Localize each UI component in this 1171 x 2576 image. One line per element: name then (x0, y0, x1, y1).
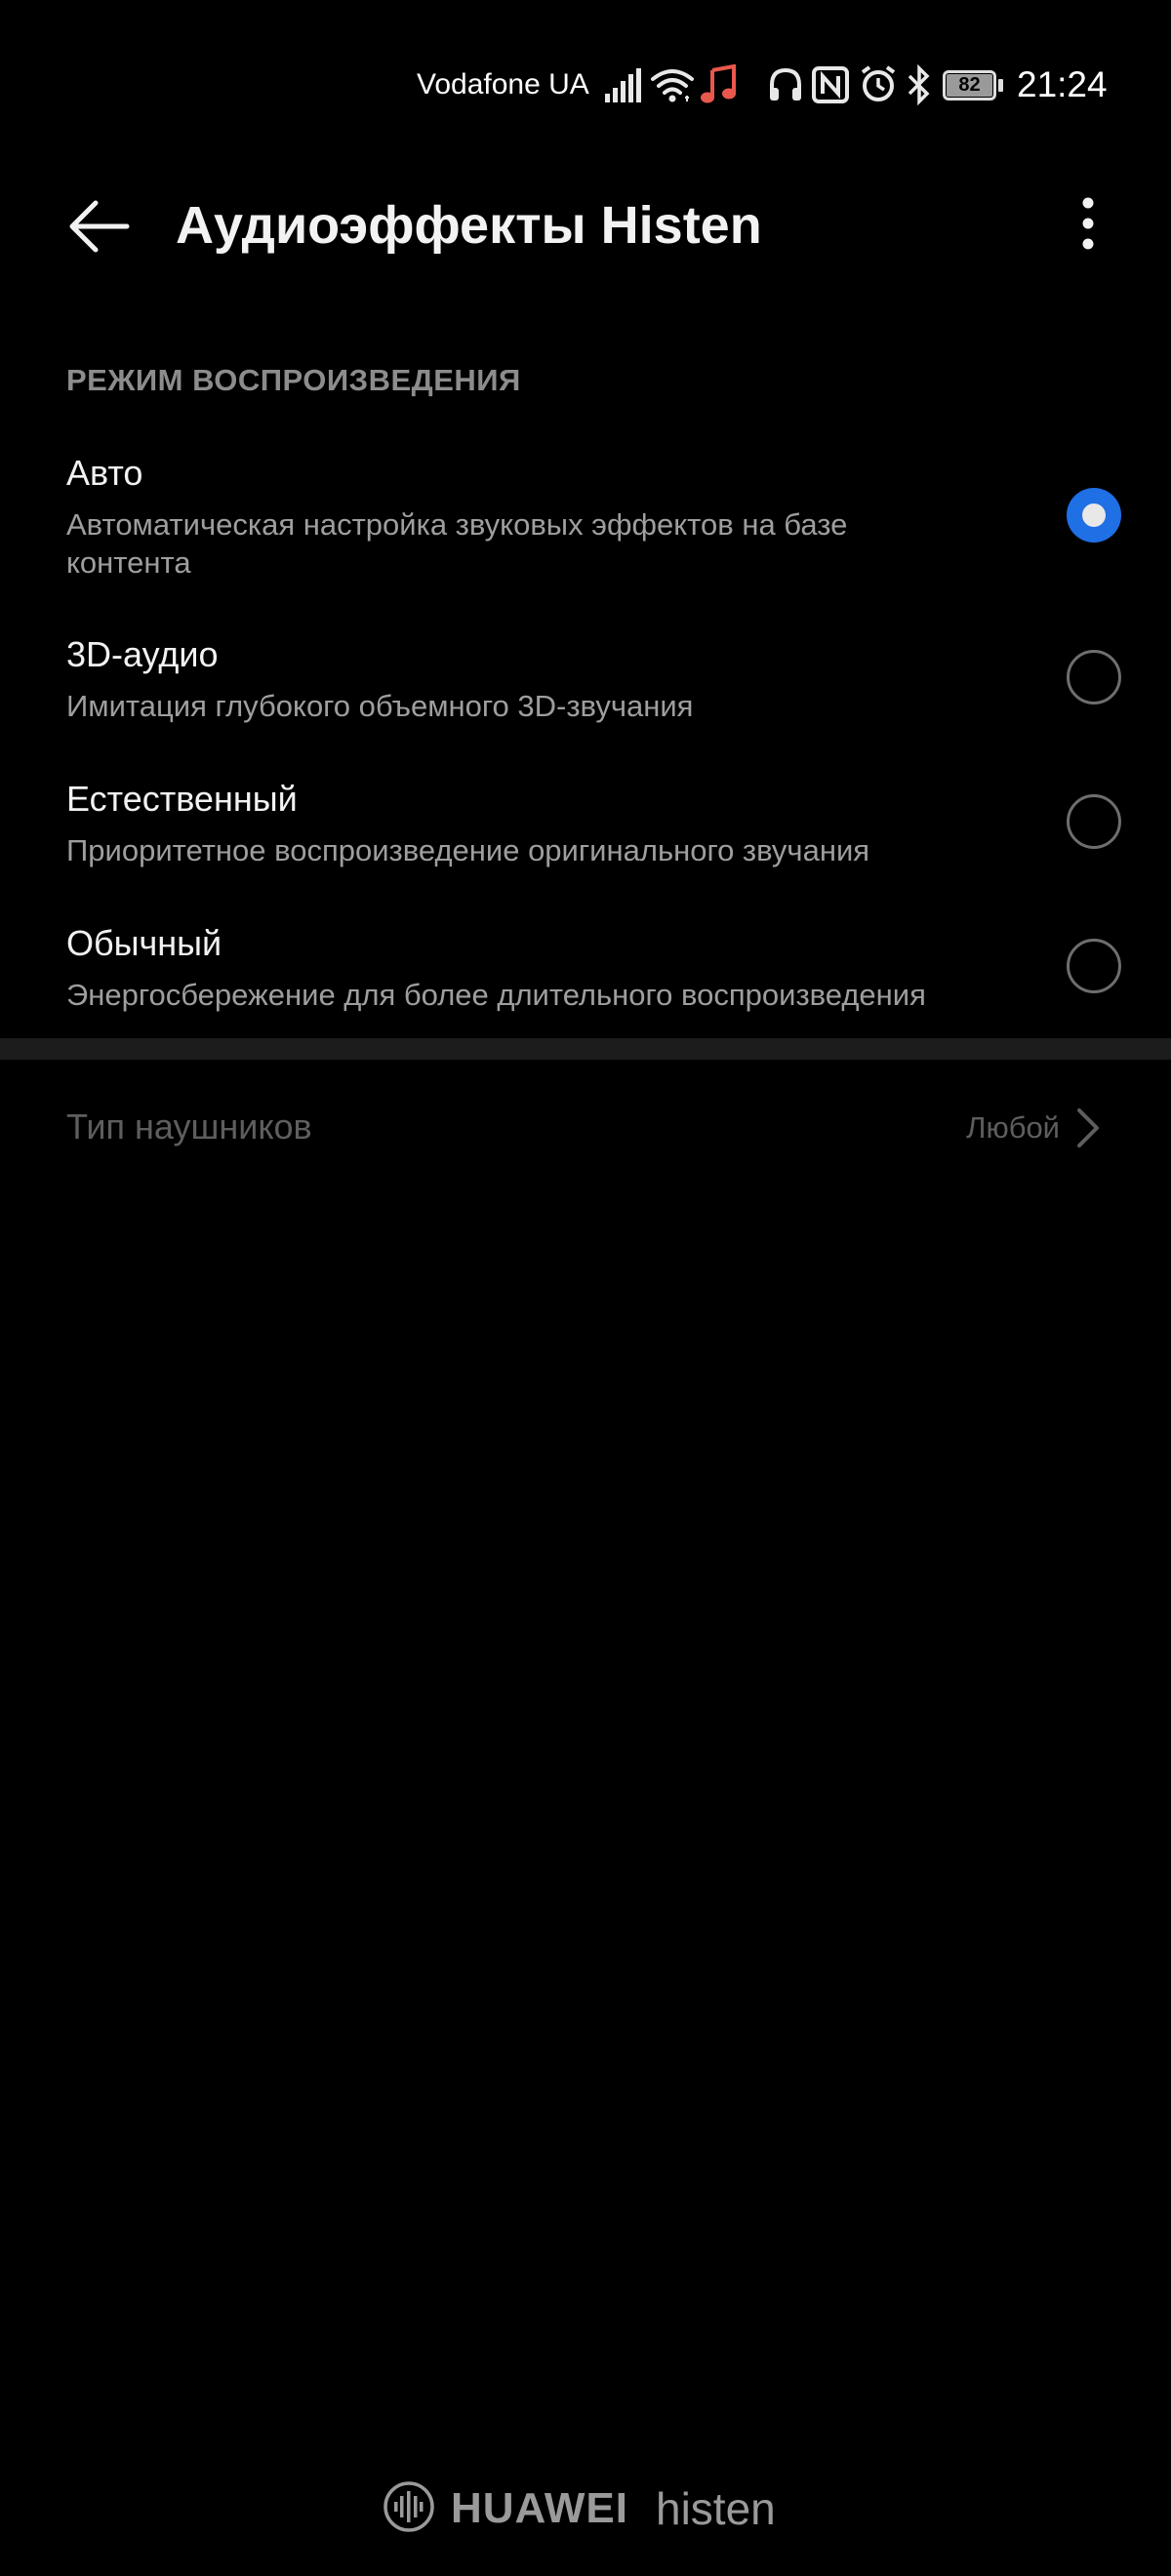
alarm-icon (861, 65, 896, 101)
option-title: 3D-аудио (66, 634, 219, 674)
option-normal[interactable]: Обычный Энергосбережение для более длите… (0, 909, 1171, 1036)
option-subtitle: Энергосбережение для более длительного в… (66, 978, 926, 1012)
back-button[interactable] (57, 183, 142, 269)
page-title: Аудиоэффекты Histen (176, 196, 762, 255)
wifi-icon (651, 69, 694, 102)
radio-auto[interactable] (1067, 488, 1121, 543)
radio-natural[interactable] (1067, 794, 1121, 849)
section-divider (0, 1038, 1171, 1060)
headphone-type-row[interactable]: Тип наушников Любой (0, 1073, 1171, 1183)
carrier-name: Vodafone UA (417, 68, 589, 101)
option-subtitle: Приоритетное воспроизведение оригинально… (66, 833, 870, 867)
brand-histen-text: histen (656, 2483, 776, 2534)
headphones-icon (770, 67, 801, 101)
option-auto[interactable]: Авто Автоматическая настройка звуковых э… (0, 439, 1171, 595)
option-subtitle: Имитация глубокого объемного 3D-звучания (66, 689, 694, 723)
music-note-icon (701, 64, 736, 103)
option-subtitle: Автоматическая настройка звуковых эффект… (66, 507, 848, 580)
signal-icon (605, 68, 641, 102)
option-natural[interactable]: Естественный Приоритетное воспроизведени… (0, 765, 1171, 892)
histen-logo-icon (384, 2481, 434, 2532)
option-title: Естественный (66, 779, 298, 819)
chevron-right-icon (1077, 1108, 1099, 1147)
more-options-button[interactable] (1054, 183, 1122, 271)
more-vertical-icon (1082, 197, 1094, 250)
battery-icon: 82 (943, 70, 1003, 101)
huawei-histen-brand: HUAWEI histen (383, 2478, 802, 2537)
section-header-playback-mode: РЕЖИМ ВОСПРОИЗВЕДЕНИЯ (66, 363, 521, 397)
headphone-type-label: Тип наушников (66, 1107, 312, 1147)
brand-huawei-text: HUAWEI (451, 2484, 628, 2532)
nfc-icon (812, 66, 849, 103)
option-title: Обычный (66, 923, 222, 963)
app-bar: Аудиоэффекты Histen (0, 174, 1171, 301)
clock: 21:24 (1017, 64, 1108, 104)
radio-normal[interactable] (1067, 939, 1121, 993)
battery-level: 82 (947, 74, 992, 97)
option-title: Авто (66, 453, 143, 493)
arrow-left-icon (69, 200, 130, 253)
headphone-type-value: Любой (966, 1110, 1060, 1145)
bluetooth-icon (908, 64, 930, 105)
screen: Vodafone UA 82 21:24 Аудиоэффекты Histen… (0, 0, 1171, 2576)
option-3d-audio[interactable]: 3D-аудио Имитация глубокого объемного 3D… (0, 621, 1171, 747)
radio-3d-audio[interactable] (1067, 650, 1121, 704)
status-bar: Vodafone UA 82 21:24 (0, 0, 1171, 174)
